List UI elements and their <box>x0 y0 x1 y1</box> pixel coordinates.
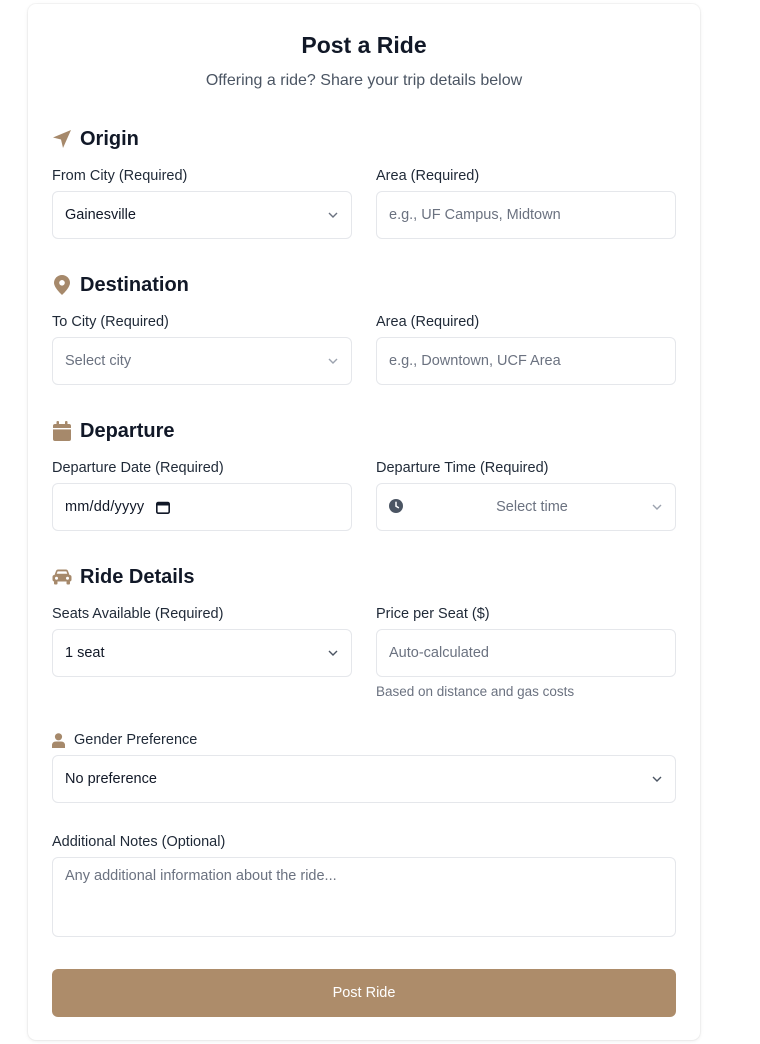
chevron-down-icon <box>651 773 663 785</box>
ride-details-heading: Ride Details <box>52 564 194 590</box>
price-label: Price per Seat ($) <box>376 606 490 622</box>
destination-area-label: Area (Required) <box>376 314 480 330</box>
map-pin-icon <box>52 274 72 296</box>
origin-area-input[interactable]: e.g., UF Campus, Midtown <box>376 191 676 239</box>
departure-date-value: mm/dd/yyyy <box>65 499 145 515</box>
destination-heading: Destination <box>52 272 189 298</box>
departure-time-label: Departure Time (Required) <box>376 460 549 476</box>
chevron-down-icon <box>327 647 339 659</box>
departure-time-placeholder: Select time <box>496 499 568 515</box>
departure-date-input[interactable]: mm/dd/yyyy <box>52 483 352 531</box>
origin-heading: Origin <box>52 126 139 152</box>
gender-preference-label: Gender Preference <box>74 732 198 748</box>
car-icon <box>52 566 72 588</box>
origin-heading-text: Origin <box>80 127 139 150</box>
chevron-down-icon <box>327 209 339 221</box>
chevron-down-icon <box>651 501 663 513</box>
seats-value: 1 seat <box>65 645 105 661</box>
seats-label: Seats Available (Required) <box>52 606 224 622</box>
chevron-down-icon <box>327 355 339 367</box>
departure-date-label: Departure Date (Required) <box>52 460 224 476</box>
gender-preference-select[interactable]: No preference <box>52 755 676 803</box>
from-city-select[interactable]: Gainesville <box>52 191 352 239</box>
origin-area-label: Area (Required) <box>376 168 480 184</box>
ride-details-heading-text: Ride Details <box>80 565 195 588</box>
origin-area-placeholder: e.g., UF Campus, Midtown <box>389 207 561 223</box>
clock-icon <box>389 499 405 515</box>
page-title: Post a Ride <box>301 32 427 58</box>
price-input[interactable]: Auto-calculated <box>376 629 676 677</box>
price-hint: Based on distance and gas costs <box>376 684 575 699</box>
price-placeholder: Auto-calculated <box>389 645 489 661</box>
notes-textarea[interactable]: Any additional information about the rid… <box>52 857 676 937</box>
user-icon <box>52 732 66 748</box>
from-city-value: Gainesville <box>65 207 136 223</box>
destination-area-placeholder: e.g., Downtown, UCF Area <box>389 353 561 369</box>
to-city-label: To City (Required) <box>52 314 169 330</box>
calendar-icon <box>52 420 72 442</box>
notes-placeholder: Any additional information about the rid… <box>65 868 337 884</box>
from-city-label: From City (Required) <box>52 168 188 184</box>
notes-label: Additional Notes (Optional) <box>52 834 226 850</box>
to-city-placeholder: Select city <box>65 353 132 369</box>
gender-preference-label-row: Gender Preference <box>52 732 197 748</box>
departure-heading: Departure <box>52 418 174 444</box>
location-arrow-icon <box>52 128 72 150</box>
seats-select[interactable]: 1 seat <box>52 629 352 677</box>
page-subtitle: Offering a ride? Share your trip details… <box>205 72 523 89</box>
gender-preference-value: No preference <box>65 771 157 787</box>
destination-area-input[interactable]: e.g., Downtown, UCF Area <box>376 337 676 385</box>
departure-time-select[interactable]: Select time <box>376 483 676 531</box>
calendar-picker-icon[interactable] <box>156 501 171 514</box>
departure-heading-text: Departure <box>80 419 175 442</box>
post-ride-card: Post a Ride Offering a ride? Share your … <box>28 4 700 1040</box>
to-city-select[interactable]: Select city <box>52 337 352 385</box>
post-ride-button[interactable]: Post Ride <box>52 969 676 1017</box>
destination-heading-text: Destination <box>80 273 189 296</box>
